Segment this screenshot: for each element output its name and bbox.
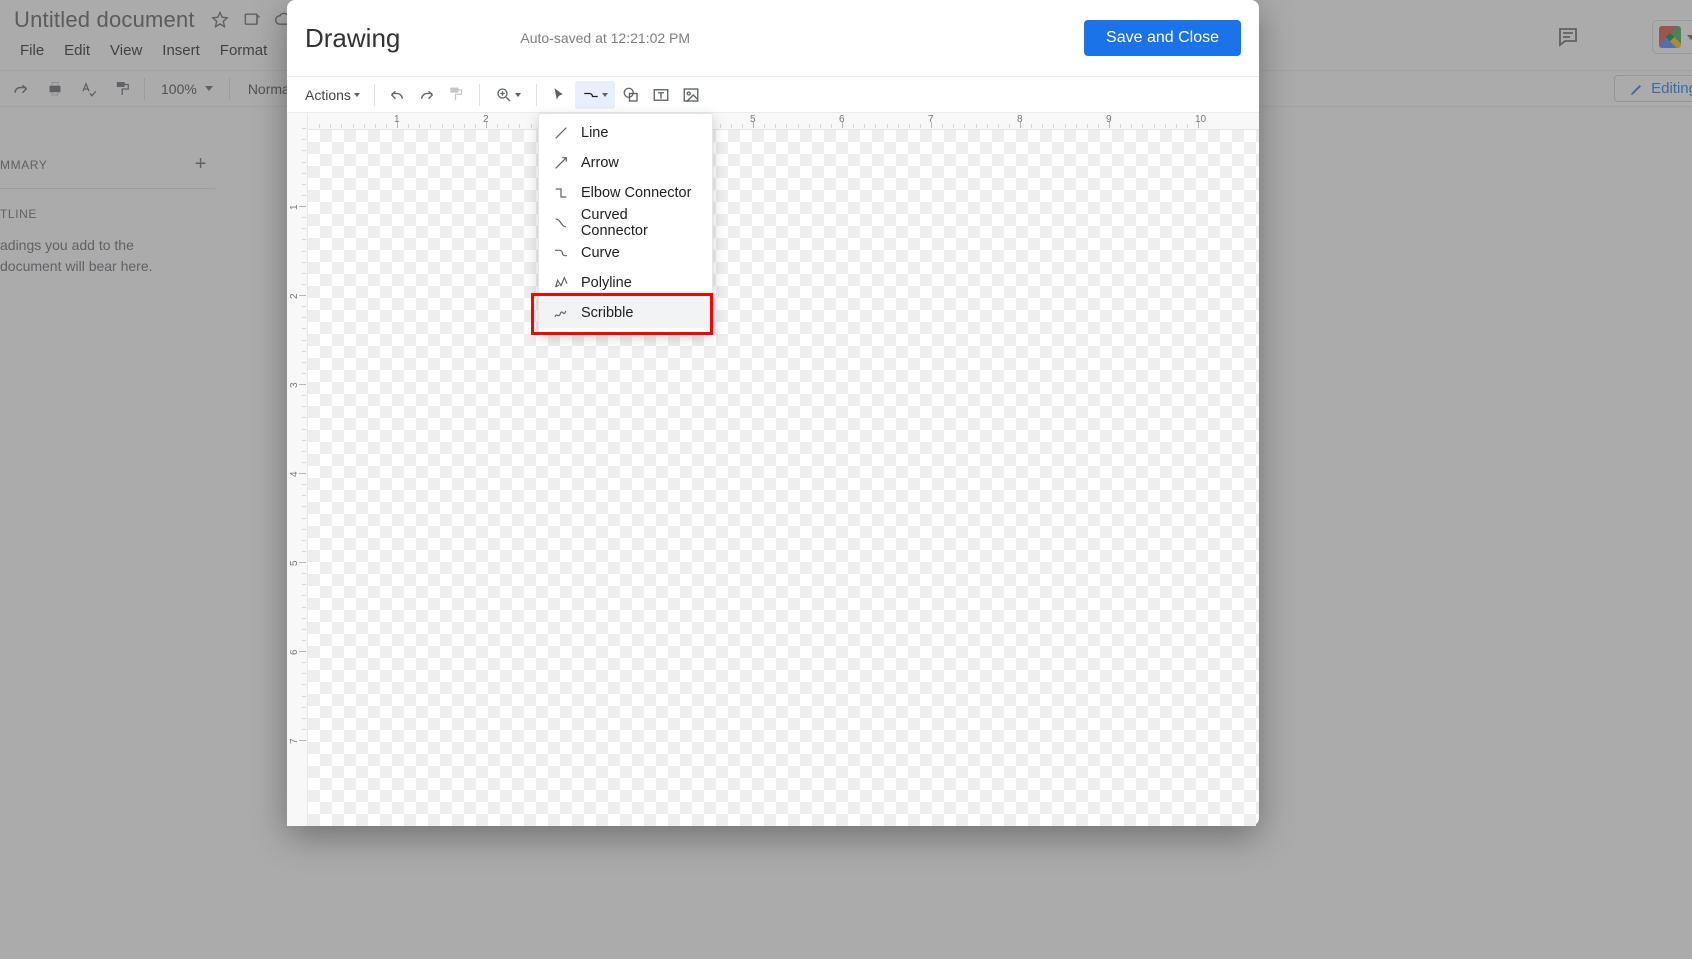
image-tool[interactable] (677, 81, 705, 109)
line-menu-scribble[interactable]: Scribble (539, 298, 712, 328)
drawing-toolbar: Actions (287, 77, 1259, 113)
horizontal-ruler: 12345678910 (308, 113, 1259, 130)
undo-button[interactable] (383, 81, 411, 109)
zoom-button[interactable] (488, 81, 528, 109)
actions-menu[interactable]: Actions (299, 87, 366, 103)
menu-label: Line (581, 125, 608, 141)
menu-label: Arrow (581, 155, 619, 171)
autosave-status: Auto-saved at 12:21:02 PM (520, 30, 690, 46)
dialog-title: Drawing (305, 23, 400, 54)
drawing-main: 1234567 12345678910 (287, 113, 1259, 826)
menu-label: Scribble (581, 305, 633, 321)
actions-label: Actions (305, 87, 351, 103)
redo-button[interactable] (413, 81, 441, 109)
line-tool[interactable] (575, 81, 615, 109)
shape-tool[interactable] (617, 81, 645, 109)
select-tool[interactable] (545, 81, 573, 109)
menu-label: Curve (581, 245, 620, 261)
menu-label: Curved Connector (581, 207, 698, 239)
paint-format-button[interactable] (443, 81, 471, 109)
line-menu-polyline[interactable]: Polyline (539, 268, 712, 298)
line-menu-elbow-connector[interactable]: Elbow Connector (539, 178, 712, 208)
drawing-canvas[interactable] (308, 130, 1259, 826)
vertical-ruler: 1234567 (287, 113, 308, 826)
line-menu-curved-connector[interactable]: Curved Connector (539, 208, 712, 238)
textbox-tool[interactable] (647, 81, 675, 109)
dialog-header: Drawing Auto-saved at 12:21:02 PM Save a… (287, 0, 1259, 77)
line-menu-curve[interactable]: Curve (539, 238, 712, 268)
line-menu-line[interactable]: Line (539, 118, 712, 148)
menu-label: Polyline (581, 275, 632, 291)
line-menu-arrow[interactable]: Arrow (539, 148, 712, 178)
drawing-dialog: Drawing Auto-saved at 12:21:02 PM Save a… (287, 0, 1259, 826)
menu-label: Elbow Connector (581, 185, 691, 201)
line-tool-dropdown: Line Arrow Elbow Connector Curved Connec… (538, 113, 713, 333)
save-and-close-button[interactable]: Save and Close (1084, 20, 1241, 56)
